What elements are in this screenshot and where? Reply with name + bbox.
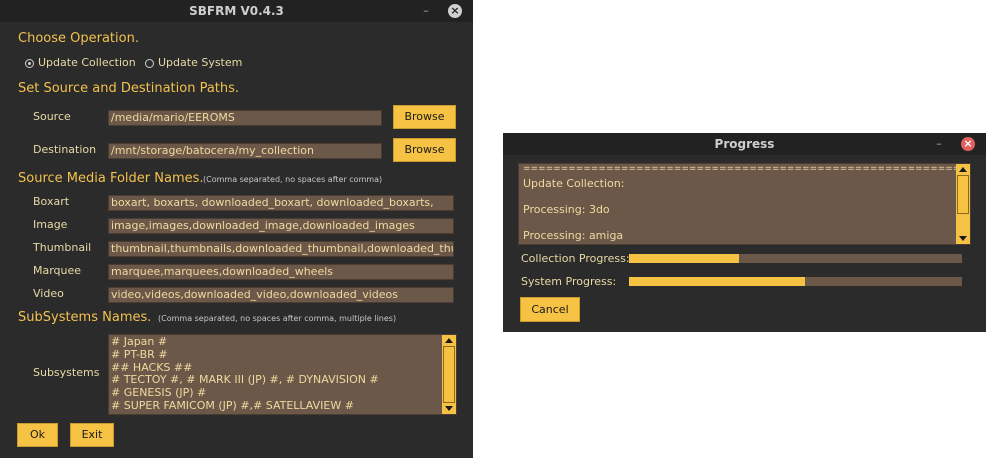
scrollbar-thumb[interactable] [957,175,969,214]
subsystems-heading: SubSystems Names. [18,310,152,325]
collection-progress-fill [629,254,739,263]
ok-button[interactable]: Ok [17,423,58,447]
paths-heading: Set Source and Destination Paths. [18,81,240,96]
system-progress-label: System Progress: [521,275,617,288]
progress-log[interactable]: ========================================… [518,163,971,245]
scroll-down-arrow-icon[interactable] [959,236,967,241]
log-line: ========================================… [523,164,961,174]
choose-operation-heading: Choose Operation. [18,31,139,46]
exit-button[interactable]: Exit [70,423,114,447]
image-label: Image [33,218,68,231]
destination-browse-button[interactable]: Browse [393,138,456,162]
thumbnail-input[interactable]: thumbnail,thumbnails,downloaded_thumbnai… [108,241,454,257]
minimize-icon[interactable]: – [420,0,432,22]
update-collection-label[interactable]: Update Collection [38,56,136,69]
scrollbar-thumb[interactable] [443,346,455,403]
destination-label: Destination [33,143,97,156]
boxart-input[interactable]: boxart, boxarts, downloaded_boxart, down… [108,195,454,211]
subsystems-textarea[interactable]: # Japan # # PT-BR # ## HACKS ## # TECTOY… [108,334,457,415]
progress-window-title: Progress [714,137,775,151]
progress-title-bar[interactable]: Progress [503,133,986,155]
subsystems-line: # PT-BR # [111,347,168,361]
destination-path-input[interactable]: /mnt/storage/batocera/my_collection [108,143,382,159]
log-line: Processing: 3do [523,203,610,216]
subsystems-note: (Comma separated, no spaces after comma,… [158,314,397,323]
cancel-button[interactable]: Cancel [520,297,580,322]
scroll-up-arrow-icon[interactable] [445,338,453,343]
system-progress-fill [629,277,806,286]
update-collection-radio[interactable] [25,59,34,68]
log-line: Processing: amiga [523,229,624,242]
subsystems-scrollbar[interactable] [442,335,456,414]
subsystems-line: # SUPER FAMICOM (JP) #,# SATELLAVIEW # [111,398,354,412]
marquee-input[interactable]: marquee,marquees,downloaded_wheels [108,264,454,280]
image-input[interactable]: image,images,downloaded_image,downloaded… [108,218,454,234]
close-icon[interactable]: × [448,4,462,18]
main-window: SBFRM V0.4.3 – × Choose Operation. Updat… [0,0,473,458]
video-label: Video [33,287,64,300]
minimize-icon[interactable]: – [933,133,945,155]
marquee-label: Marquee [33,264,82,277]
collection-progress-label: Collection Progress: [521,252,630,265]
thumbnail-label: Thumbnail [33,241,92,254]
source-path-input[interactable]: /media/mario/EEROMS [108,110,382,126]
collection-progress-bar [629,254,962,263]
source-browse-button[interactable]: Browse [393,105,456,129]
scroll-down-arrow-icon[interactable] [445,406,453,411]
main-window-title: SBFRM V0.4.3 [189,4,284,18]
subsystems-line: # Japan # [111,335,168,348]
boxart-label: Boxart [33,195,70,208]
close-icon[interactable]: × [961,137,975,151]
progress-window: Progress – × ===========================… [503,133,986,332]
log-line: Update Collection: [523,177,625,190]
video-input[interactable]: video,videos,downloaded_video,downloaded… [108,287,454,303]
main-title-bar[interactable]: SBFRM V0.4.3 [0,0,473,22]
subsystems-label: Subsystems [33,366,100,379]
media-folders-heading: Source Media Folder Names. [18,171,204,186]
source-label: Source [33,110,71,123]
log-scrollbar[interactable] [956,164,970,244]
system-progress-bar [629,277,962,286]
scroll-up-arrow-icon[interactable] [959,167,967,172]
media-folders-note: (Comma separated, no spaces after comma) [203,175,383,184]
update-system-label[interactable]: Update System [158,56,242,69]
update-system-radio[interactable] [145,59,154,68]
